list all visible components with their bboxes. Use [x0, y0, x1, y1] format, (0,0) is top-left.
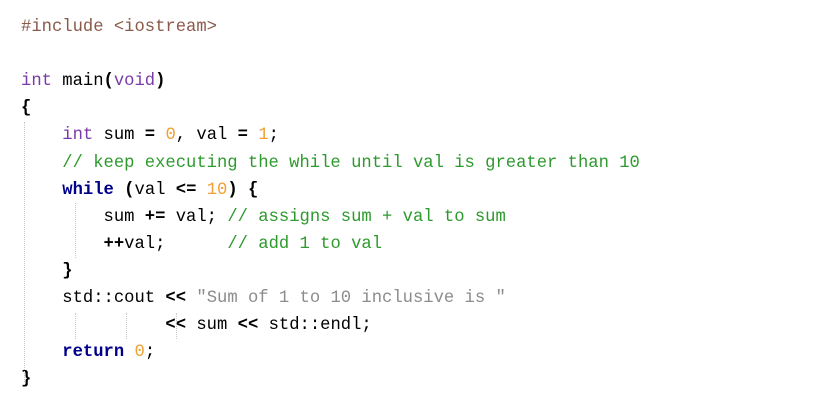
code-token: (	[103, 72, 114, 92]
code-line: int sum = 0, val = 1;	[21, 122, 279, 149]
code-token: val;	[165, 207, 228, 227]
code-token: "Sum of 1 to 10 inclusive is "	[196, 289, 506, 308]
code-token: <=	[175, 180, 197, 200]
code-line: #include <iostream>	[21, 14, 217, 41]
code-token: std::endl;	[258, 316, 372, 336]
indent-guide	[126, 313, 127, 339]
code-token: )	[227, 180, 238, 200]
indent-guide	[24, 122, 25, 382]
code-token: {	[21, 99, 32, 119]
code-token: std::cout	[21, 289, 166, 308]
code-token: ;	[144, 343, 156, 363]
code-token: =	[144, 126, 156, 146]
code-token: {	[248, 180, 259, 200]
code-token: 0	[165, 126, 176, 146]
code-token: 10	[206, 180, 228, 200]
code-token: val;	[124, 234, 228, 254]
code-token: 1	[258, 126, 269, 146]
code-token: <<	[237, 316, 259, 336]
code-editor[interactable]: #include <iostream> int main(void){ int s…	[0, 0, 816, 409]
code-token: val	[134, 180, 176, 200]
code-line: int main(void)	[21, 68, 165, 95]
code-token: }	[21, 370, 32, 390]
indent-guide	[75, 313, 76, 339]
code-line: }	[21, 258, 73, 285]
code-line: while (val <= 10) {	[21, 177, 258, 204]
code-token: <<	[165, 289, 187, 308]
code-token: main	[51, 72, 104, 92]
code-token: while	[62, 180, 114, 200]
code-token: sum	[21, 207, 145, 227]
code-token: , val	[175, 126, 238, 146]
code-token: }	[62, 261, 73, 281]
code-token: void	[113, 72, 156, 92]
code-token: ++	[103, 234, 125, 254]
code-line: << sum << std::endl;	[21, 312, 372, 339]
code-token: =	[237, 126, 248, 146]
code-token: (	[124, 180, 135, 200]
code-line: sum += val; // assigns sum + val to sum	[21, 204, 506, 231]
code-token: sum	[93, 126, 145, 146]
code-line: // keep executing the while until val is…	[21, 150, 640, 177]
code-token: #include <iostream>	[21, 18, 217, 37]
code-token: ;	[268, 126, 279, 146]
code-token: )	[155, 72, 166, 92]
code-token: int	[21, 72, 52, 92]
code-token: // assigns sum + val to sum	[227, 207, 506, 227]
code-line: std::cout << "Sum of 1 to 10 inclusive i…	[21, 285, 506, 312]
code-token: return	[62, 343, 125, 363]
code-line: {	[21, 95, 31, 122]
code-token: // keep executing the while until val is…	[62, 153, 640, 173]
code-token: sum	[186, 316, 238, 336]
code-token: // add 1 to val	[227, 234, 383, 254]
code-token: 0	[134, 343, 145, 363]
indent-guide	[176, 313, 177, 339]
code-token: int	[62, 126, 94, 146]
code-token: +=	[144, 207, 166, 227]
indent-guide	[75, 203, 76, 258]
code-line: }	[21, 366, 31, 393]
code-line: return 0;	[21, 339, 155, 366]
